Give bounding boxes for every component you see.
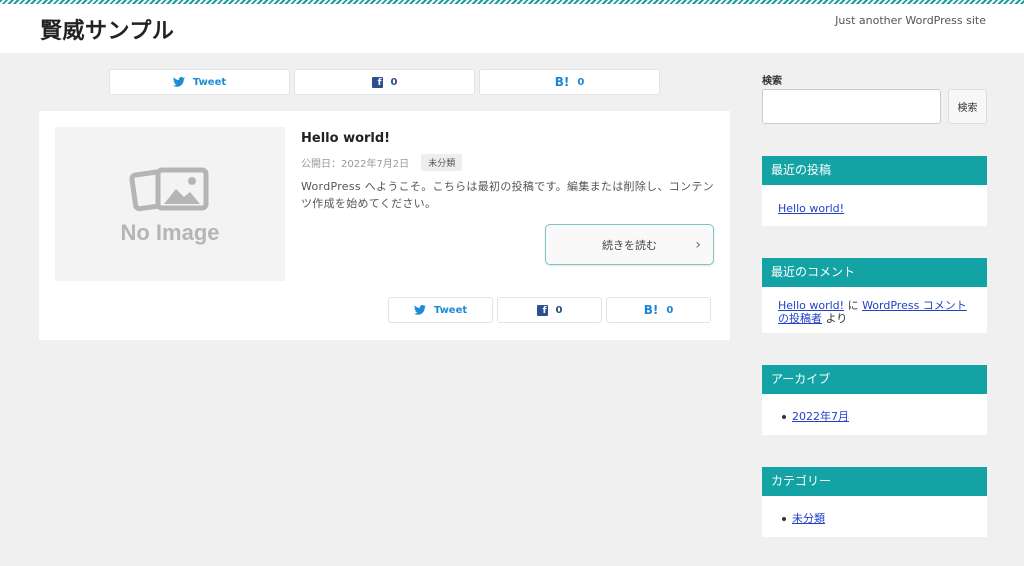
category-link[interactable]: 未分類 [792,512,825,525]
twitter-icon [413,305,426,315]
read-more-label: 続きを読む [602,238,657,252]
search-input[interactable] [762,89,941,124]
list-item: 未分類 [782,512,971,525]
hatena-bookmark-button[interactable]: B! 0 [479,69,660,95]
recent-comment-item: Hello world! に WordPress コメントの投稿者 より [762,287,987,325]
post-thumbnail[interactable]: No Image [55,127,285,281]
widget-title: カテゴリー [762,467,987,496]
site-tagline: Just another WordPress site [835,14,986,27]
bullet-icon [782,414,786,419]
widget-recent-comments: 最近のコメント Hello world! に WordPress コメントの投稿… [762,258,987,333]
hatena-count: 0 [577,76,585,88]
comment-post-link[interactable]: Hello world! [778,299,844,312]
bullet-icon [782,516,786,521]
widget-title: 最近の投稿 [762,156,987,185]
hatena-bookmark-icon: B! [554,75,570,89]
facebook-share-button[interactable]: f 0 [497,297,602,323]
hatena-count: 0 [666,304,674,316]
archive-link[interactable]: 2022年7月 [792,410,849,423]
post-meta: 公開日：2022年7月2日 未分類 [301,154,463,171]
no-image-text: No Image [120,220,220,245]
post-title[interactable]: Hello world! [301,131,390,146]
post-card: No Image Hello world! 公開日：2022年7月2日 未分類 … [39,111,730,340]
tweet-label: Tweet [433,304,468,316]
read-more-button[interactable]: 続きを読む › [545,224,714,265]
facebook-icon: f [371,76,383,88]
widget-title: アーカイブ [762,365,987,394]
facebook-share-button[interactable]: f 0 [294,69,475,95]
facebook-icon: f [536,304,548,316]
chevron-right-icon: › [695,237,701,253]
facebook-count: 0 [390,76,398,88]
search-button[interactable]: 検索 [948,89,987,124]
no-image-icon [129,167,209,212]
tweet-button[interactable]: Tweet [388,297,493,323]
hatena-bookmark-button[interactable]: B! 0 [606,297,711,323]
comment-connector: に [844,299,863,312]
site-header: 賢威サンプル Just another WordPress site [0,4,1024,53]
list-item: 2022年7月 [782,410,971,423]
share-bar-bottom: Tweet f 0 B! 0 [388,297,711,323]
category-badge[interactable]: 未分類 [421,154,463,171]
search-label: 検索 [762,76,782,87]
widget-title: 最近のコメント [762,258,987,287]
hatena-bookmark-icon: B! [643,303,659,317]
comment-suffix: より [822,312,848,325]
twitter-icon [172,77,185,87]
site-title[interactable]: 賢威サンプル [40,13,174,45]
recent-post-link[interactable]: Hello world! [778,202,844,215]
tweet-label: Tweet [192,76,227,88]
post-date: 公開日：2022年7月2日 [301,159,410,170]
tweet-button[interactable]: Tweet [109,69,290,95]
widget-recent-posts: 最近の投稿 Hello world! [762,156,987,226]
widget-categories: カテゴリー 未分類 [762,467,987,537]
share-bar-top: Tweet f 0 B! 0 [109,69,660,95]
post-excerpt: WordPress へようこそ。こちらは最初の投稿です。編集または削除し、コンテ… [301,180,714,210]
widget-archives: アーカイブ 2022年7月 [762,365,987,435]
facebook-count: 0 [555,304,563,316]
